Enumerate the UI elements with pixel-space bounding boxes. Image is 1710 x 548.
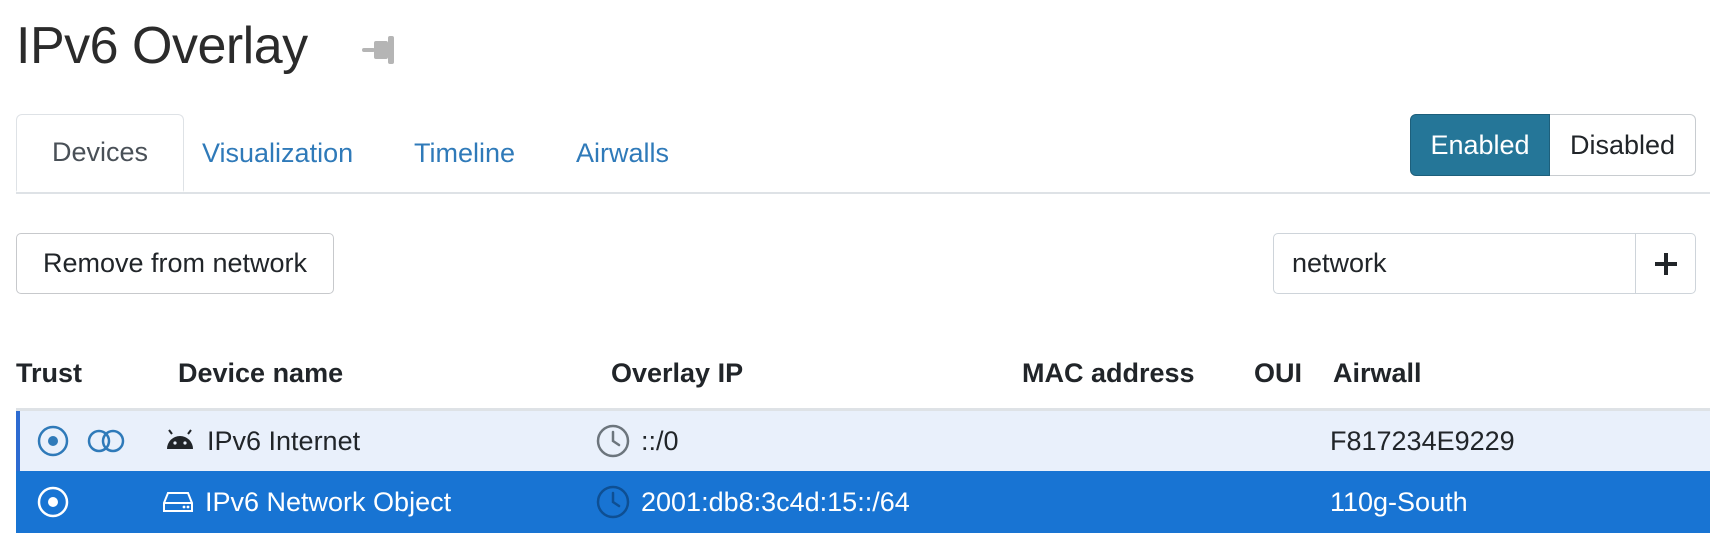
trust-cell (36, 411, 126, 471)
page-header: IPv6 Overlay (16, 14, 404, 78)
device-name-cell: IPv6 Internet (164, 411, 360, 471)
airwall-value[interactable]: F817234E9229 (1330, 426, 1515, 457)
pin-icon[interactable] (360, 32, 404, 68)
col-mac-address[interactable]: MAC address (1022, 358, 1195, 389)
enabled-button[interactable]: Enabled (1410, 114, 1550, 176)
network-search-input[interactable] (1273, 233, 1636, 294)
table-row[interactable]: IPv6 Internet ::/0 F817234E9229 (16, 411, 1710, 471)
col-device-name[interactable]: Device name (178, 358, 343, 389)
tab-devices[interactable]: Devices (16, 114, 184, 192)
radio-target-icon[interactable] (36, 485, 70, 519)
hard-drive-icon (163, 492, 193, 512)
table-header: Trust Device name Overlay IP MAC address… (16, 344, 1710, 411)
page-title: IPv6 Overlay (16, 17, 308, 75)
overlay-ip: ::/0 (641, 425, 679, 456)
devices-table: Trust Device name Overlay IP MAC address… (16, 344, 1710, 533)
table-row[interactable]: IPv6 Network Object 2001:db8:3c4d:15::/6… (16, 471, 1710, 533)
tab-visualization[interactable]: Visualization (202, 114, 353, 192)
airwall-cell: 110g-South (1330, 471, 1468, 533)
clock-icon (596, 424, 630, 458)
trust-cell (36, 471, 70, 533)
device-name: IPv6 Internet (207, 425, 361, 456)
toggle-links-icon[interactable] (86, 426, 126, 456)
disabled-button[interactable]: Disabled (1550, 114, 1696, 176)
android-icon (167, 429, 193, 449)
overlay-ip-cell: 2001:db8:3c4d:15::/64 (595, 471, 910, 533)
col-oui[interactable]: OUI (1254, 358, 1302, 389)
device-name: IPv6 Network Object (205, 486, 452, 517)
overlay-ip-cell: ::/0 (595, 411, 679, 471)
network-search (1273, 233, 1696, 294)
add-button[interactable] (1636, 233, 1696, 294)
tab-airwalls[interactable]: Airwalls (576, 114, 669, 192)
overlay-ip: 2001:db8:3c4d:15::/64 (641, 486, 910, 517)
airwall-value[interactable]: 110g-South (1330, 487, 1468, 518)
plus-icon (1654, 252, 1677, 275)
remove-from-network-button[interactable]: Remove from network (16, 233, 334, 294)
status-toggle: Enabled Disabled (1410, 114, 1696, 176)
col-overlay-ip[interactable]: Overlay IP (611, 358, 743, 389)
clock-icon (596, 485, 630, 519)
col-airwall[interactable]: Airwall (1333, 358, 1422, 389)
col-trust[interactable]: Trust (16, 358, 82, 389)
tab-timeline[interactable]: Timeline (414, 114, 515, 192)
device-name-cell: IPv6 Network Object (162, 471, 451, 533)
radio-target-icon[interactable] (36, 424, 70, 458)
airwall-cell: F817234E9229 (1330, 411, 1515, 471)
